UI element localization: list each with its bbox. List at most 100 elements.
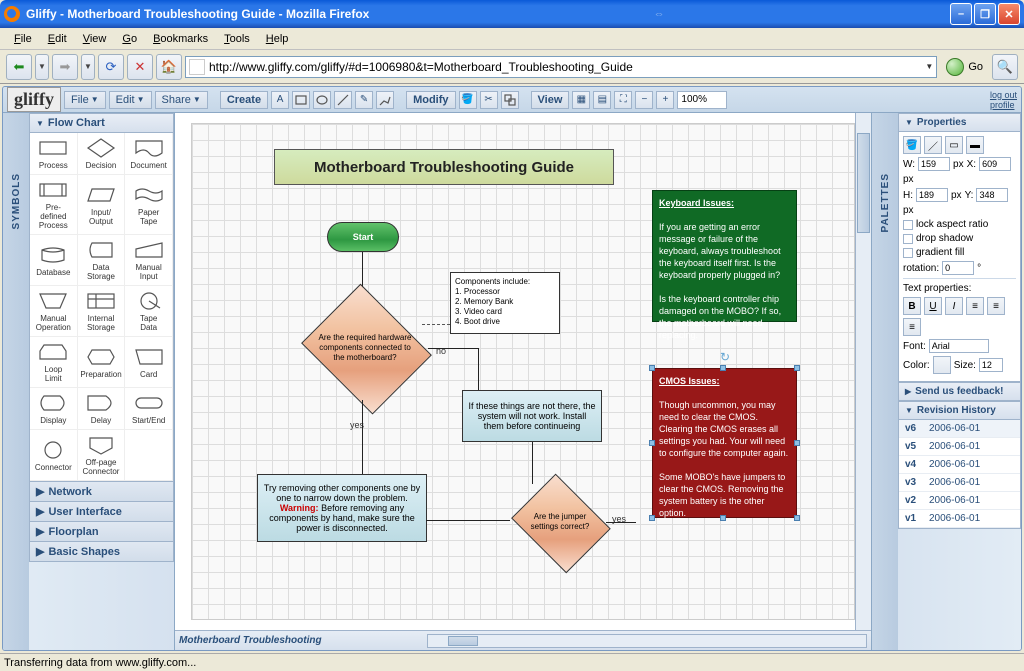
- underline-button[interactable]: U: [924, 297, 942, 315]
- app-menu-share[interactable]: Share▼: [155, 91, 208, 109]
- logout-link[interactable]: log out: [990, 90, 1017, 100]
- shape-pre-defined-process[interactable]: Pre-definedProcess: [30, 175, 78, 235]
- tool-pencil[interactable]: ✎: [355, 91, 373, 109]
- y-input[interactable]: [976, 188, 1008, 202]
- palette-user-interface[interactable]: ▶User Interface: [29, 502, 174, 522]
- go-icon[interactable]: [946, 58, 964, 76]
- shape-data-storage[interactable]: DataStorage: [78, 235, 126, 286]
- shape-off-page-connector[interactable]: Off-pageConnector: [78, 430, 126, 481]
- font-size-input[interactable]: [979, 358, 1003, 372]
- resize-handle[interactable]: [720, 365, 726, 371]
- flow-decision-jumpers[interactable]: Are the jumper settings correct?: [510, 482, 610, 562]
- tool-grid[interactable]: ▦: [572, 91, 590, 109]
- resize-handle[interactable]: [649, 440, 655, 446]
- flow-try-remove-box[interactable]: Try removing other components one by one…: [257, 474, 427, 542]
- palettes-tab[interactable]: PALETTES: [872, 113, 898, 650]
- tool-zoom-out[interactable]: −: [635, 91, 653, 109]
- tool-delete[interactable]: ✂: [480, 91, 498, 109]
- shape-manual-operation[interactable]: ManualOperation: [30, 286, 78, 337]
- zoom-input[interactable]: 100%: [677, 91, 727, 109]
- shape-document[interactable]: Document: [125, 133, 173, 175]
- note-keyboard[interactable]: Keyboard Issues: If you are getting an e…: [652, 190, 797, 322]
- search-icon[interactable]: 🔍: [992, 54, 1018, 80]
- align-left-button[interactable]: ≡: [966, 297, 984, 315]
- shape-delay[interactable]: Delay: [78, 388, 126, 430]
- height-input[interactable]: [916, 188, 948, 202]
- palette-floorplan[interactable]: ▶Floorplan: [29, 522, 174, 542]
- revision-row[interactable]: v22006-06-01: [899, 492, 1020, 510]
- forward-history-dropdown[interactable]: ▼: [81, 54, 95, 80]
- maximize-button[interactable]: ❐: [974, 3, 996, 25]
- canvas[interactable]: Motherboard Troubleshooting Guide Start …: [191, 123, 855, 620]
- tool-zoom-fit[interactable]: ⛶: [614, 91, 632, 109]
- text-color-tool[interactable]: [933, 356, 951, 374]
- menu-view[interactable]: View: [75, 31, 115, 47]
- gradient-fill-checkbox[interactable]: [903, 248, 913, 258]
- shape-paper-tape[interactable]: PaperTape: [125, 175, 173, 235]
- tool-fill[interactable]: 🪣: [459, 91, 477, 109]
- tool-rect[interactable]: [292, 91, 310, 109]
- url-input[interactable]: [209, 60, 921, 74]
- tool-connector[interactable]: [376, 91, 394, 109]
- minimize-button[interactable]: –: [950, 3, 972, 25]
- font-select[interactable]: [929, 339, 989, 353]
- revision-row[interactable]: v52006-06-01: [899, 438, 1020, 456]
- close-button[interactable]: ✕: [998, 3, 1020, 25]
- shape-internal-storage[interactable]: InternalStorage: [78, 286, 126, 337]
- shape-display[interactable]: Display: [30, 388, 78, 430]
- tool-snap[interactable]: ▤: [593, 91, 611, 109]
- x-input[interactable]: [979, 157, 1011, 171]
- shape-decision[interactable]: Decision: [78, 133, 126, 175]
- resize-handle[interactable]: [794, 440, 800, 446]
- symbols-tab[interactable]: SYMBOLS: [3, 113, 29, 650]
- rotation-input[interactable]: [942, 261, 974, 275]
- tool-zoom-in[interactable]: +: [656, 91, 674, 109]
- home-button[interactable]: 🏠: [156, 54, 182, 80]
- revision-row[interactable]: v12006-06-01: [899, 510, 1020, 528]
- document-tab[interactable]: Motherboard Troubleshooting: [179, 635, 322, 646]
- tool-line[interactable]: [334, 91, 352, 109]
- feedback-link[interactable]: ▶Send us feedback!: [898, 382, 1021, 401]
- shape-manual-input[interactable]: ManualInput: [125, 235, 173, 286]
- back-history-dropdown[interactable]: ▼: [35, 54, 49, 80]
- menu-bookmarks[interactable]: Bookmarks: [145, 31, 216, 47]
- horizontal-scrollbar[interactable]: [427, 634, 867, 648]
- url-bar[interactable]: ▼: [185, 56, 937, 78]
- menu-file[interactable]: File: [6, 31, 40, 47]
- url-dropdown[interactable]: ▼: [925, 62, 933, 71]
- resize-handle[interactable]: [649, 515, 655, 521]
- note-cmos[interactable]: CMOS Issues: Though uncommon, you may ne…: [652, 368, 797, 518]
- vertical-scrollbar[interactable]: [855, 113, 871, 630]
- flow-title[interactable]: Motherboard Troubleshooting Guide: [274, 149, 614, 185]
- flow-components-list[interactable]: Components include: 1. Processor 2. Memo…: [450, 272, 560, 334]
- align-center-button[interactable]: ≡: [987, 297, 1005, 315]
- italic-button[interactable]: I: [945, 297, 963, 315]
- revision-row[interactable]: v32006-06-01: [899, 474, 1020, 492]
- shape-database[interactable]: Database: [30, 235, 78, 286]
- tool-ellipse[interactable]: [313, 91, 331, 109]
- back-button[interactable]: ⬅: [6, 54, 32, 80]
- lock-aspect-checkbox[interactable]: [903, 220, 913, 230]
- align-right-button[interactable]: ≡: [903, 318, 921, 336]
- menu-tools[interactable]: Tools: [216, 31, 258, 47]
- resize-handle[interactable]: [720, 515, 726, 521]
- revision-row[interactable]: v62006-06-01: [899, 420, 1020, 438]
- app-menu-edit[interactable]: Edit▼: [109, 91, 152, 109]
- flow-start[interactable]: Start: [327, 222, 399, 252]
- resize-handle[interactable]: [649, 365, 655, 371]
- drop-shadow-checkbox[interactable]: [903, 234, 913, 244]
- resize-handle[interactable]: [794, 515, 800, 521]
- send-back-tool[interactable]: ▭: [945, 136, 963, 154]
- menu-help[interactable]: Help: [258, 31, 297, 47]
- palette-basic-shapes[interactable]: ▶Basic Shapes: [29, 542, 174, 562]
- revision-row[interactable]: v42006-06-01: [899, 456, 1020, 474]
- fill-color-tool[interactable]: 🪣: [903, 136, 921, 154]
- palette-network[interactable]: ▶Network: [29, 482, 174, 502]
- rotate-handle-icon[interactable]: ↻: [720, 350, 730, 364]
- stop-button[interactable]: ✕: [127, 54, 153, 80]
- tool-group[interactable]: [501, 91, 519, 109]
- shape-input-output[interactable]: Input/Output: [78, 175, 126, 235]
- width-input[interactable]: [918, 157, 950, 171]
- flow-install-box[interactable]: If these things are not there, the syste…: [462, 390, 602, 442]
- shape-start-end[interactable]: Start/End: [125, 388, 173, 430]
